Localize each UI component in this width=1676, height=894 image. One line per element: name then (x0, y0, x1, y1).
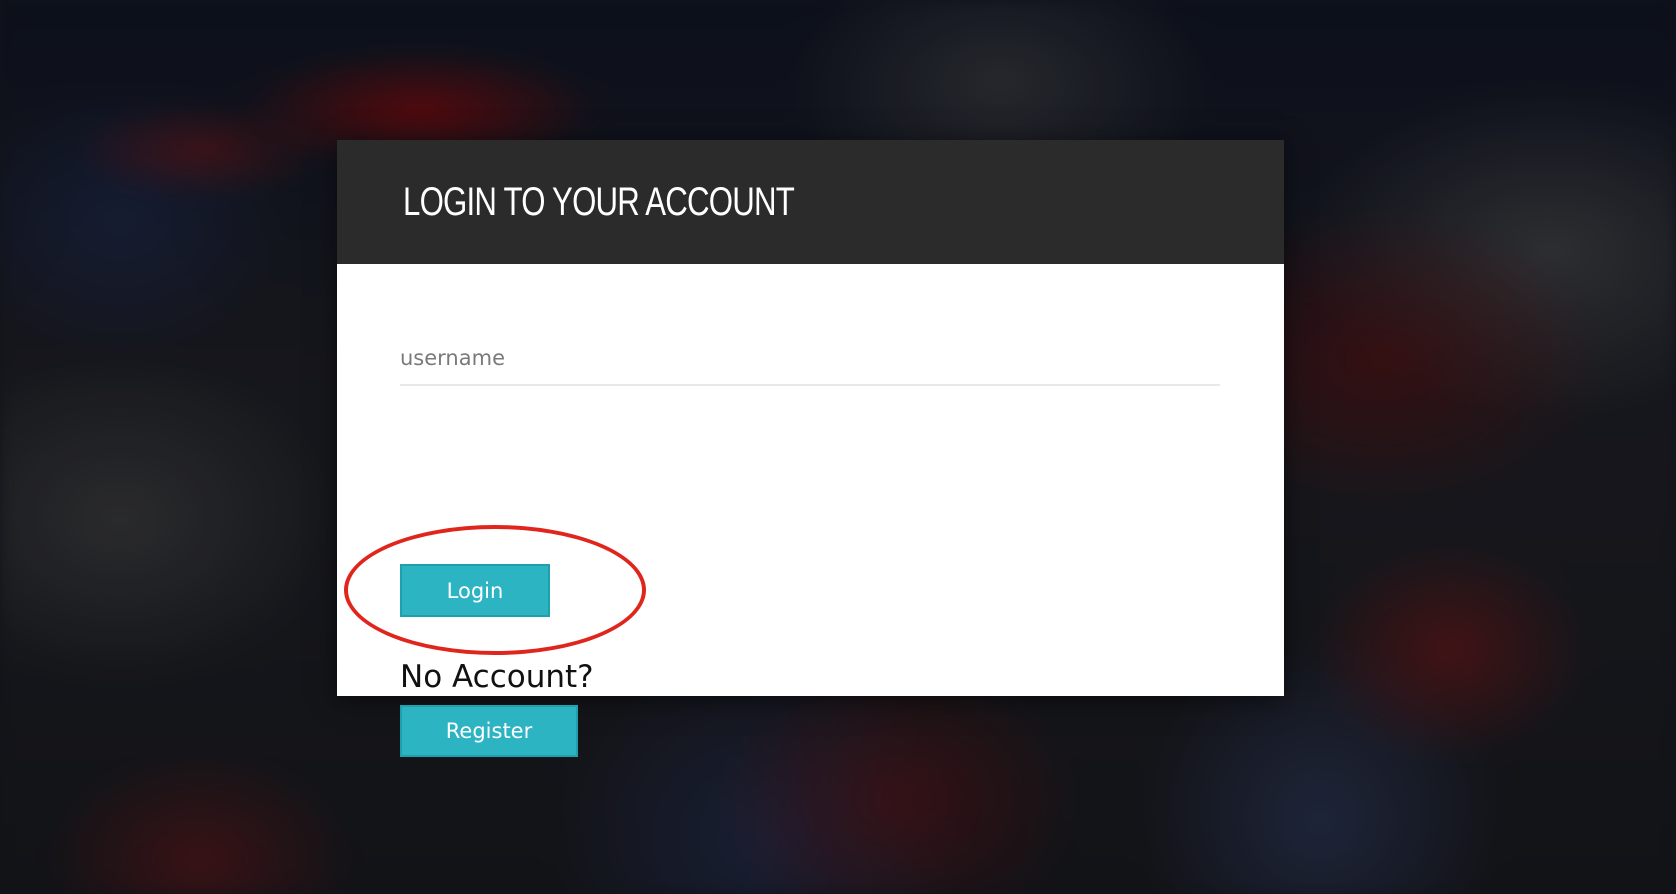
login-dialog: LOGIN TO YOUR ACCOUNT Login No Account? … (337, 140, 1284, 757)
dialog-header: LOGIN TO YOUR ACCOUNT (337, 140, 1284, 264)
login-button[interactable]: Login (400, 564, 550, 617)
no-account-label: No Account? (400, 659, 594, 695)
dialog-title: LOGIN TO YOUR ACCOUNT (403, 179, 795, 224)
username-input[interactable] (400, 332, 1220, 386)
register-button[interactable]: Register (400, 705, 578, 757)
